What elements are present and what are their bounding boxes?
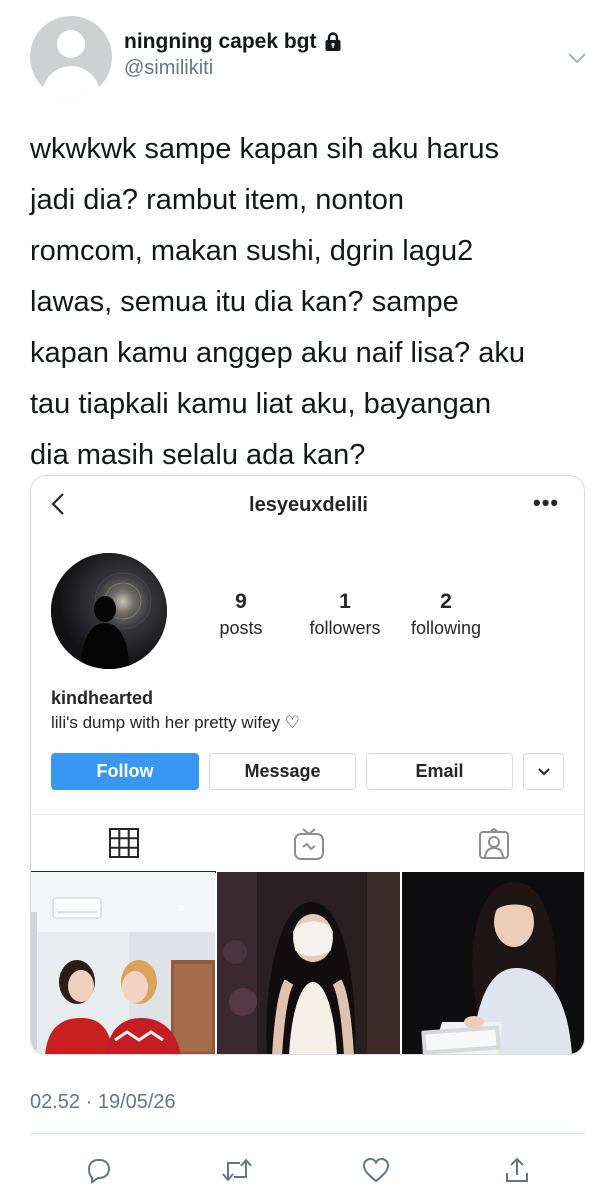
posts-count: 9 [235,590,247,613]
post-thumbnail[interactable] [402,872,584,1054]
tweet-line: wkwkwk sampe kapan sih aku harus [30,133,500,165]
post-thumbnail[interactable] [217,872,400,1054]
ig-profile-name: kindhearted [51,688,154,708]
grid-icon [108,828,139,858]
followers-count: 1 [339,590,351,613]
tab-igtv[interactable] [216,815,401,873]
tweet-header: ningning capek bgt @similikiti [0,0,615,110]
like-button[interactable] [358,1152,394,1188]
tab-tagged[interactable] [401,815,584,873]
followers-label: followers [309,618,381,638]
reply-icon [87,1159,111,1184]
tweet-line: romcom, makan sushi, dgrin lagu2 [30,235,474,267]
handle[interactable]: @similikiti [124,57,342,80]
tweet-line: tau tiapkali kamu liat aku, bayangan [30,388,492,420]
stat-posts[interactable]: 9 posts [201,590,281,639]
tab-grid[interactable] [31,815,216,873]
following-count: 2 [440,590,452,613]
reply-button[interactable] [80,1152,116,1188]
stat-following[interactable]: 2 following [401,590,491,639]
share-icon [506,1157,528,1182]
email-button[interactable]: Email [366,753,513,790]
tagged-icon [478,828,509,859]
author-names: ningning capek bgt @similikiti [124,30,342,80]
suggested-dropdown-button[interactable] [523,753,564,790]
more-icon: ••• [533,490,560,515]
ig-username: lesyeuxdelili [249,494,368,516]
avatar[interactable] [30,16,112,98]
display-name[interactable]: ningning capek bgt [124,30,317,54]
tweet-text: wkwkwk sampe kapan sih aku harus jadi di… [30,124,590,481]
igtv-icon [293,828,324,860]
display-name-row[interactable]: ningning capek bgt [124,30,342,54]
follow-button[interactable]: Follow [51,753,199,790]
tweet-line: lawas, semua itu dia kan? sampe [30,286,459,318]
following-label: following [410,618,482,638]
tweet-line: kapan kamu anggep aku naif lisa? aku [30,337,525,369]
tweet-action-bar [0,1140,615,1200]
retweet-icon [222,1158,252,1182]
stat-followers[interactable]: 1 followers [299,590,391,639]
chevron-down-icon [537,767,550,775]
message-button[interactable]: Message [209,753,356,790]
tweet-line: dia masih selalu ada kan? [30,439,366,471]
ig-profile-picture [51,553,167,669]
ig-top-bar: lesyeuxdelili ••• [31,476,584,532]
heart-icon [362,1157,390,1183]
ig-profile-tabs [31,814,584,873]
attached-image[interactable]: lesyeuxdelili ••• 9 posts 1 followers 2 … [30,475,585,1055]
posts-label: posts [219,618,263,638]
divider [30,1133,585,1134]
ig-bio: lili's dump with her pretty wifey ♡ [51,713,301,732]
chevron-down-icon[interactable] [566,50,588,66]
tweet-line: jadi dia? rambut item, nonton [30,184,404,216]
lock-icon [325,32,340,51]
tweet-timestamp[interactable]: 02.52 · 19/05/26 [30,1091,176,1114]
retweet-button[interactable] [219,1152,255,1188]
post-thumbnail[interactable] [31,872,215,1054]
ig-post-grid [31,872,584,1054]
share-button[interactable] [499,1152,535,1188]
